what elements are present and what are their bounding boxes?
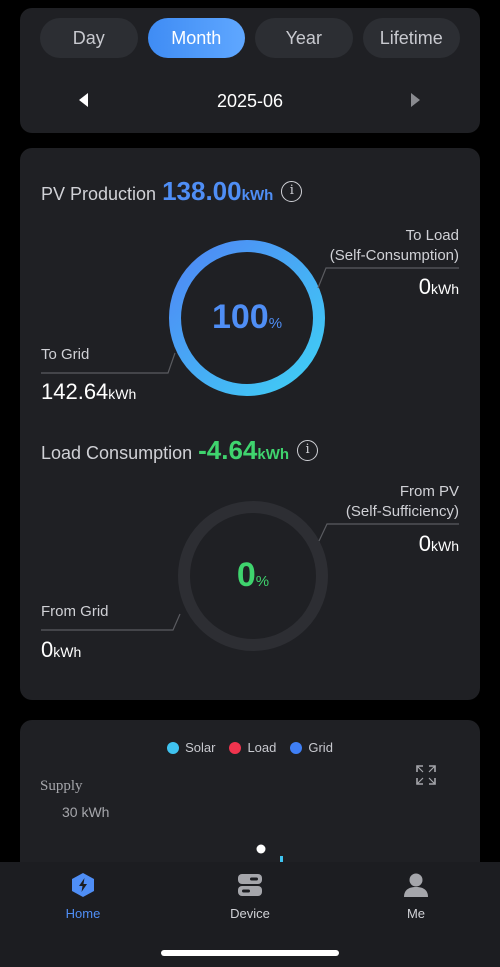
legend-item-solar[interactable]: Solar	[167, 740, 215, 755]
nav-device-label: Device	[230, 906, 270, 921]
from-pv-value: 0kWh	[418, 531, 459, 556]
legend-dot	[229, 741, 242, 754]
load-consumption-label: Load Consumption	[41, 443, 193, 463]
from-grid-value: 0kWh	[41, 637, 82, 662]
nav-device[interactable]: Device	[200, 872, 300, 921]
energy-chart-card: Solar Load Grid Supply 30 kWh	[20, 720, 480, 880]
period-selector-card: Day Month Year Lifetime 2025-06	[20, 8, 480, 133]
from-pv-label: From PV (Self-Sufficiency)	[345, 483, 459, 520]
load-consumption-value: -4.64kWh	[198, 435, 290, 465]
legend-item-load[interactable]: Load	[229, 740, 276, 755]
tab-year[interactable]: Year	[255, 18, 353, 58]
y-axis-tick: 30 kWh	[62, 804, 110, 820]
load-percent: 0%	[236, 556, 270, 594]
date-navigator: 2025-06	[20, 86, 480, 116]
load-consumption-title: Load Consumption -4.64kWh i	[41, 435, 319, 466]
pv-production-value: 138.00kWh	[162, 176, 274, 206]
y-axis-label: Supply	[40, 778, 83, 794]
legend-dot	[167, 741, 180, 754]
to-load-value: 0kWh	[418, 274, 459, 299]
nav-home-label: Home	[65, 906, 101, 921]
period-tabs: Day Month Year Lifetime	[40, 18, 460, 60]
legend-item-grid[interactable]: Grid	[290, 740, 333, 755]
legend-dot	[290, 741, 303, 754]
pv-percent: 100%	[211, 298, 283, 336]
to-load-label: To Load (Self-Consumption)	[329, 227, 459, 264]
pv-production-label: PV Production	[41, 184, 157, 204]
device-icon	[238, 874, 262, 896]
chevron-right-icon[interactable]	[411, 93, 420, 107]
chart-legend: Solar Load Grid	[20, 740, 480, 755]
expand-icon[interactable]	[416, 765, 436, 785]
home-bolt-icon	[72, 873, 94, 897]
home-indicator[interactable]	[161, 950, 339, 956]
nav-me-label: Me	[406, 906, 426, 921]
nav-me[interactable]: Me	[366, 872, 466, 921]
tab-lifetime[interactable]: Lifetime	[362, 18, 460, 58]
nav-home[interactable]: Home	[33, 872, 133, 921]
to-grid-label: To Grid	[41, 346, 90, 363]
to-grid-value: 142.64kWh	[41, 379, 137, 404]
user-icon	[404, 873, 428, 897]
tab-month[interactable]: Month	[147, 18, 245, 58]
from-grid-label: From Grid	[41, 603, 109, 620]
info-icon[interactable]: i	[297, 440, 319, 461]
tab-day[interactable]: Day	[40, 18, 138, 58]
pv-production-title: PV Production 138.00kWh i	[41, 176, 303, 207]
energy-flow-card: PV Production 138.00kWh i 100% To Load (…	[20, 148, 480, 700]
info-icon[interactable]: i	[281, 181, 303, 202]
